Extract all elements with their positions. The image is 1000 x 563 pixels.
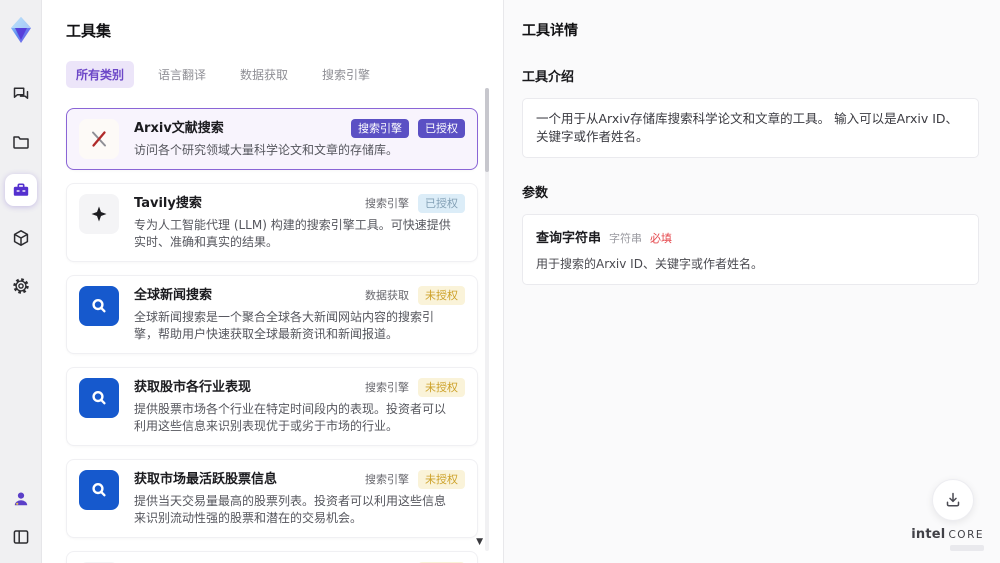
arxiv-logo-icon (79, 119, 119, 159)
tool-list: Arxiv文献搜索 搜索引擎 已授权 访问各个研究领域大量科学论文和文章的存储库… (66, 108, 478, 563)
core-logo-text: CORE (948, 529, 984, 541)
tool-card-tavily[interactable]: Tavily搜索 搜索引擎 已授权 专为人工智能代理 (LLM) 构建的搜索引擎… (66, 183, 478, 262)
download-button[interactable] (932, 479, 974, 521)
tool-name: 全球新闻搜索 (134, 288, 213, 303)
tool-name: Tavily搜索 (134, 196, 202, 211)
sidebar-item-files[interactable] (5, 126, 37, 158)
tool-description: 提供股票市场各个行业在特定时间段内的表现。投资者可以利用这些信息来识别表现优于或… (134, 402, 447, 433)
param-type: 字符串 (609, 232, 643, 245)
tool-name: Arxiv文献搜索 (134, 121, 224, 136)
auth-status-badge: 已授权 (418, 194, 465, 213)
tool-intro-text: 一个用于从Arxiv存储库搜索科学论文和文章的工具。 输入可以是Arxiv ID… (536, 111, 959, 144)
gear-icon (11, 276, 31, 296)
intro-heading: 工具介绍 (522, 70, 575, 85)
diamond-logo-icon (8, 15, 34, 45)
tool-card-regional-news[interactable]: 万维地区新闻查询 搜索引擎 未授权 查询具体行政区划内的新闻，快速了解各地新闻动 (66, 551, 478, 563)
tool-list-panel: 工具集 所有类别 语言翻译 数据获取 搜索引擎 Arxiv文献搜索 搜索引擎 已… (42, 0, 503, 563)
app-sidebar (0, 0, 42, 563)
tool-card-active-stocks[interactable]: 获取市场最活跃股票信息 搜索引擎 未授权 提供当天交易量最高的股票列表。投资者可… (66, 459, 478, 538)
category-badge: 搜索引擎 (365, 197, 409, 210)
params-heading: 参数 (522, 186, 549, 201)
logo-sub-bar (950, 545, 984, 551)
folder-icon (11, 132, 31, 152)
sidebar-item-account[interactable] (5, 483, 37, 515)
page-title: 工具集 (66, 22, 112, 40)
category-tabs: 所有类别 语言翻译 数据获取 搜索引擎 (66, 61, 503, 88)
search-icon (79, 378, 119, 418)
sidebar-item-collapse[interactable] (5, 521, 37, 553)
detail-title: 工具详情 (522, 23, 578, 39)
scrollbar-thumb[interactable] (485, 88, 489, 172)
download-icon (943, 490, 963, 510)
auth-status-badge: 未授权 (418, 470, 465, 489)
tab-data-acquisition[interactable]: 数据获取 (230, 61, 298, 88)
cube-icon (11, 228, 31, 248)
tool-card-global-news[interactable]: 全球新闻搜索 数据获取 未授权 全球新闻搜索是一个聚合全球各大新闻网站内容的搜索… (66, 275, 478, 354)
sidebar-item-models[interactable] (5, 222, 37, 254)
tool-description: 全球新闻搜索是一个聚合全球各大新闻网站内容的搜索引擎，帮助用户快速获取全球最新资… (134, 310, 435, 341)
tab-all-categories[interactable]: 所有类别 (66, 61, 135, 88)
auth-status-badge: 未授权 (418, 286, 465, 305)
sidebar-nav (4, 78, 37, 302)
sidebar-item-settings[interactable] (5, 270, 37, 302)
toolbox-icon (11, 180, 31, 200)
intel-core-logo: intel CORE (911, 527, 984, 551)
param-required-badge: 必填 (650, 232, 673, 245)
tool-description: 访问各个研究领域大量科学论文和文章的存储库。 (134, 143, 399, 157)
param-description: 用于搜索的Arxiv ID、关键字或作者姓名。 (536, 257, 763, 271)
app-logo (8, 10, 34, 50)
tab-search-engine[interactable]: 搜索引擎 (312, 61, 380, 88)
sidebar-item-tools[interactable] (4, 174, 37, 206)
category-badge: 搜索引擎 (351, 119, 409, 138)
param-name: 查询字符串 (536, 231, 602, 246)
auth-status-badge: 未授权 (418, 378, 465, 397)
category-badge: 搜索引擎 (365, 473, 409, 486)
category-badge: 数据获取 (365, 289, 409, 302)
search-icon (79, 286, 119, 326)
tool-card-sector-performance[interactable]: 获取股市各行业表现 搜索引擎 未授权 提供股票市场各个行业在特定时间段内的表现。… (66, 367, 478, 446)
list-scrollbar[interactable] (485, 88, 489, 551)
tool-description: 专为人工智能代理 (LLM) 构建的搜索引擎工具。可快速提供实时、准确和真实的结… (134, 218, 451, 249)
auth-status-badge: 已授权 (418, 119, 465, 138)
scroll-down-arrow-icon[interactable]: ▼ (476, 538, 483, 547)
panel-icon (11, 527, 31, 547)
tool-detail-panel: 工具详情 工具介绍 一个用于从Arxiv存储库搜索科学论文和文章的工具。 输入可… (503, 0, 1000, 563)
tool-card-arxiv[interactable]: Arxiv文献搜索 搜索引擎 已授权 访问各个研究领域大量科学论文和文章的存储库… (66, 108, 478, 170)
sidebar-item-chat[interactable] (5, 78, 37, 110)
tool-name: 获取市场最活跃股票信息 (134, 472, 278, 487)
user-icon (11, 489, 31, 509)
category-badge: 搜索引擎 (365, 381, 409, 394)
tool-description: 提供当天交易量最高的股票列表。投资者可以利用这些信息来识别流动性强的股票和潜在的… (134, 494, 447, 525)
tool-name: 获取股市各行业表现 (134, 380, 252, 395)
tab-language-translation[interactable]: 语言翻译 (148, 61, 216, 88)
tool-intro-box: 一个用于从Arxiv存储库搜索科学论文和文章的工具。 输入可以是Arxiv ID… (522, 98, 979, 158)
sidebar-bottom (5, 483, 37, 553)
parameter-box: 查询字符串 字符串 必填 用于搜索的Arxiv ID、关键字或作者姓名。 (522, 214, 979, 285)
four-point-star-icon (79, 194, 119, 234)
intel-logo-text: intel (911, 527, 946, 542)
search-icon (79, 470, 119, 510)
chat-icon (11, 84, 31, 104)
